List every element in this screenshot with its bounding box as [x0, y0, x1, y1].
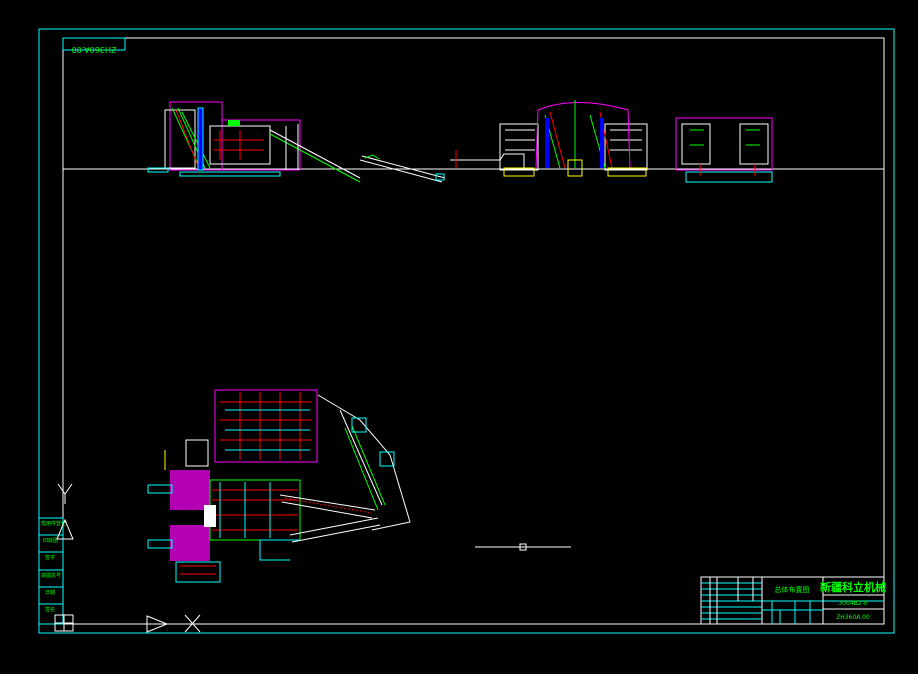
strip-label-6: 签名 — [45, 606, 55, 613]
strip-label-5: 日期 — [45, 590, 55, 596]
company-name: 新疆科立机械 — [820, 580, 886, 594]
strip-label-2: 旧底图 — [43, 537, 58, 544]
strip-label-3: 签字 — [45, 554, 55, 561]
drawing-name: 总体布置图 — [775, 585, 810, 594]
cad-drawing-canvas[interactable]: ZH360A.00 借用件登记 旧底图 签字 底图总号 日期 签名 新疆科立机械… — [0, 0, 918, 674]
strip-label-4: 底图总号 — [41, 572, 61, 579]
drawing-code: 3004B2-0 — [838, 600, 867, 607]
drawing-number-label: ZH360A.00 — [72, 45, 117, 54]
title-drawing-number: ZH360A.00 — [836, 614, 870, 621]
